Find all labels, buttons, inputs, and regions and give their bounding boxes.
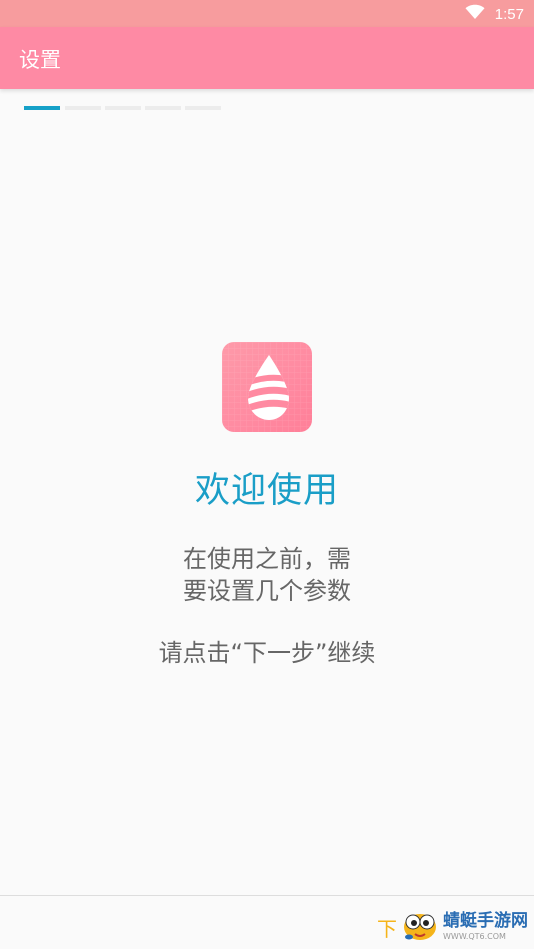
- watermark-mascot-icon: [401, 908, 439, 946]
- step-progress-indicator: [24, 106, 224, 110]
- site-watermark: 下 蜻蜓手游网 WWW.QT6.COM: [377, 907, 528, 947]
- welcome-description-line-1: 在使用之前，需: [183, 545, 351, 573]
- app-bar: 设置: [0, 27, 534, 89]
- watermark-url: WWW.QT6.COM: [443, 932, 506, 941]
- watermark-prefix: 下: [377, 916, 397, 941]
- wifi-icon: [465, 4, 485, 24]
- status-bar-right: 1:57: [465, 4, 524, 24]
- progress-step-5: [185, 106, 221, 110]
- welcome-title: 欢迎使用: [194, 471, 339, 511]
- status-bar: 1:57: [0, 0, 534, 27]
- welcome-description-line-2: 要设置几个参数: [183, 577, 351, 605]
- progress-step-2: [65, 106, 101, 110]
- status-time: 1:57: [494, 5, 524, 23]
- bottom-divider: [0, 895, 534, 896]
- progress-step-3: [105, 106, 141, 110]
- watermark-name: 蜻蜓手游网: [443, 911, 528, 931]
- water-drop-icon: [222, 342, 312, 432]
- page-title: 设置: [19, 48, 61, 72]
- progress-step-4: [145, 106, 181, 110]
- app-logo: [222, 342, 312, 432]
- watermark-text: 蜻蜓手游网 WWW.QT6.COM: [443, 913, 528, 941]
- progress-step-1: [24, 106, 60, 110]
- next-step-hint: 请点击“下一步”继续: [158, 639, 376, 667]
